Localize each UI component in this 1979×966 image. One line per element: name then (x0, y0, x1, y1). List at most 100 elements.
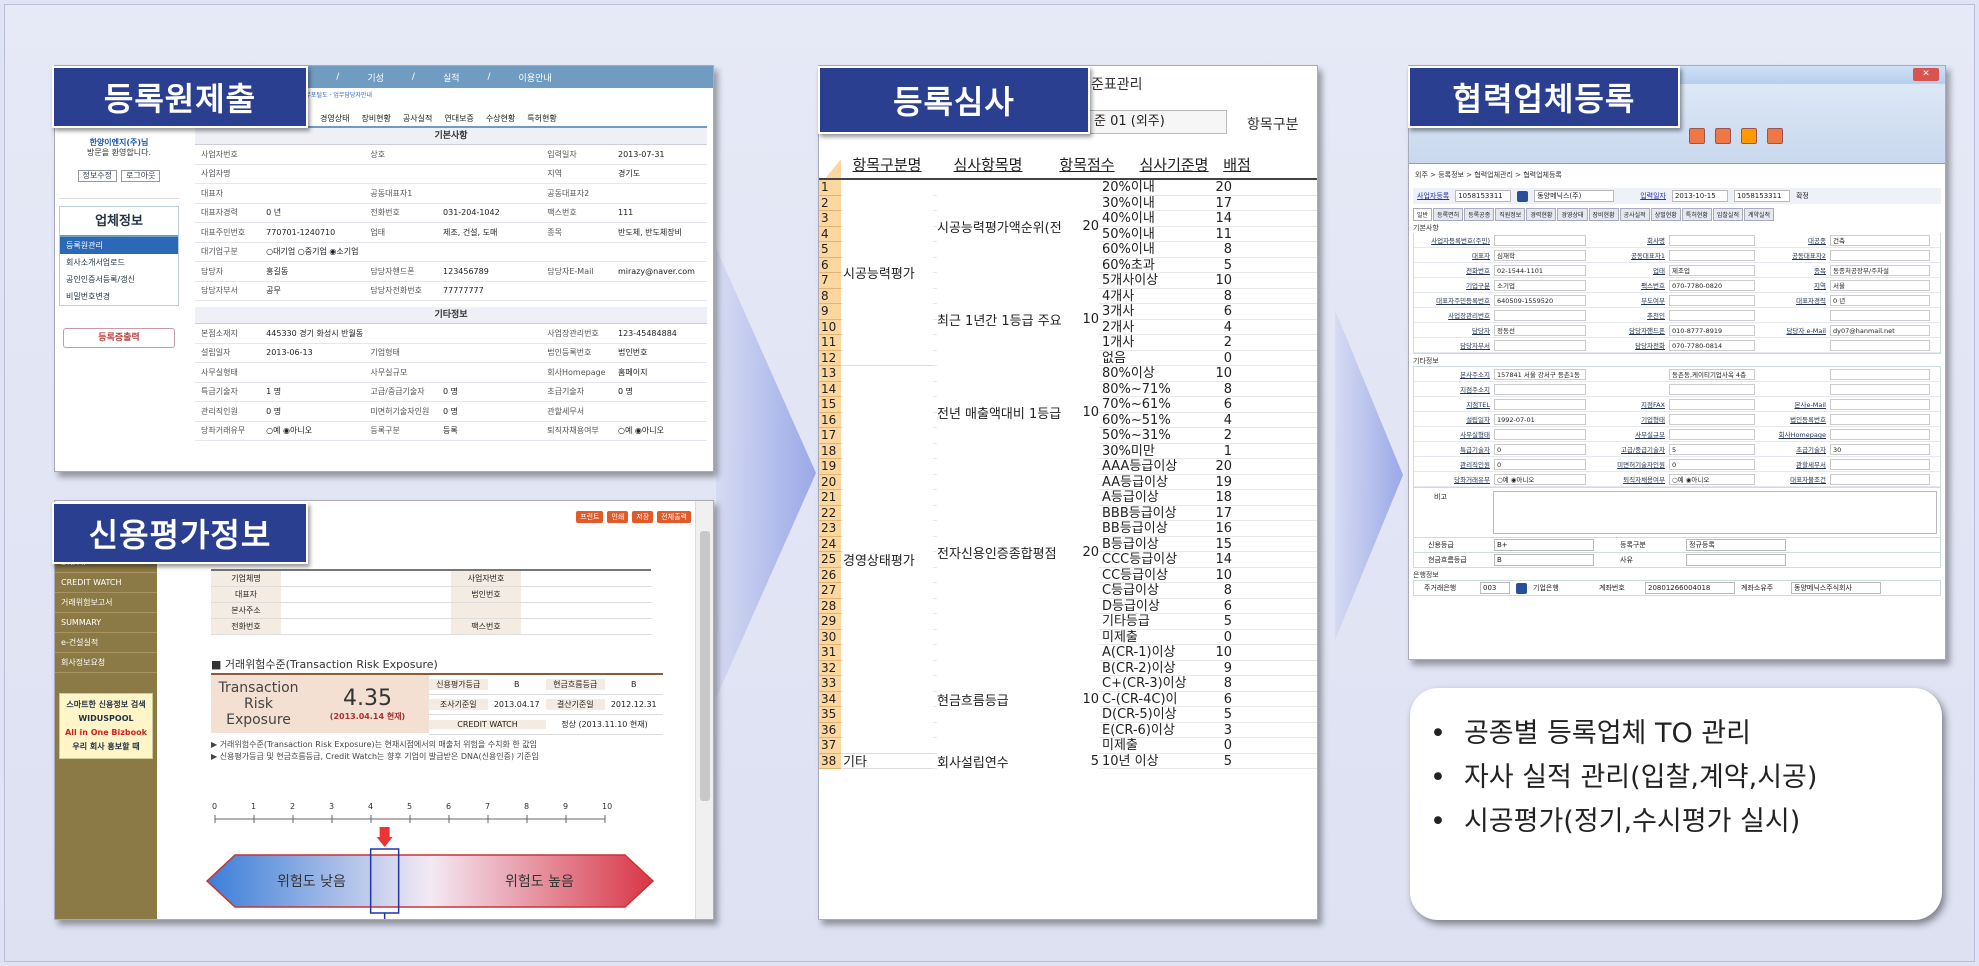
search-icon[interactable] (1517, 190, 1529, 202)
field-value[interactable]: ○예 ◉아니오 (262, 425, 364, 436)
partner-field-value[interactable]: 070-7780-0820 (1669, 279, 1755, 291)
field-value[interactable]: 111 (614, 208, 707, 217)
reg-tab[interactable]: 연대보증 (444, 113, 473, 124)
field-value[interactable]: 2013-07-31 (614, 150, 707, 159)
credit-side-ad[interactable]: 우리 회사 홍보할 때 (64, 740, 148, 754)
field-value[interactable]: 반도체, 반도체장비 (614, 227, 707, 238)
field-value[interactable]: 홍길동 (262, 266, 364, 277)
field-value[interactable]: 공무 (262, 285, 364, 296)
partner-field-value[interactable] (1494, 234, 1586, 246)
field-value[interactable]: 제조, 건설, 도매 (439, 227, 541, 238)
field-value[interactable]: 1 명 (262, 386, 364, 397)
logout-button[interactable]: 로그아웃 (121, 170, 161, 182)
field-value[interactable]: 0 명 (439, 406, 541, 417)
toolbar-icon-3[interactable] (1741, 128, 1757, 144)
credit-top-button[interactable]: 프린트 (576, 511, 604, 523)
credit-side-item[interactable]: e-건설실적 (55, 633, 157, 653)
partner-field-value[interactable]: 0 (1669, 458, 1755, 470)
field-value[interactable]: 123456789 (439, 267, 541, 276)
field-value[interactable]: ○예 ◉아니오 (614, 425, 707, 436)
partner-field-value[interactable]: 1992-07-01 (1494, 413, 1586, 425)
partner-field-value[interactable] (1830, 309, 1930, 321)
field-value[interactable]: 031-204-1042 (439, 208, 541, 217)
credit-side-item[interactable]: 거래위험보고서 (55, 593, 157, 613)
partner-field-value[interactable] (1494, 309, 1586, 321)
field-value[interactable]: 0 명 (439, 386, 541, 397)
partner-field-value[interactable] (1669, 294, 1755, 306)
partner-field-value[interactable]: 건축 (1830, 234, 1930, 246)
partner-field-value[interactable] (1494, 398, 1586, 410)
reg-tab[interactable]: 공사실적 (403, 113, 432, 124)
credit-side-item[interactable]: 회사정보요청 (55, 653, 157, 673)
partner-field-value[interactable]: dy07@hanmail.net (1830, 324, 1930, 336)
partner-field-value[interactable] (1494, 428, 1586, 440)
credit-side-item[interactable]: CREDIT WATCH (55, 573, 157, 593)
partner-field-value[interactable]: 동종처공장부/주차설 (1830, 264, 1930, 276)
credit-side-item[interactable]: SUMMARY (55, 613, 157, 633)
reg-tab[interactable]: 특허현황 (527, 113, 556, 124)
side-menu-item[interactable]: 비밀번호변경 (60, 288, 178, 305)
side-menu-item[interactable]: 회사소개서업로드 (60, 254, 178, 271)
credit-top-button[interactable]: 인쇄 (607, 511, 629, 523)
partner-field-value[interactable] (1830, 249, 1930, 261)
reg-date-input[interactable]: 2013-10-15 (1671, 190, 1728, 202)
field-value[interactable]: 2013-06-13 (262, 348, 364, 357)
credit-input[interactable]: B+ (1494, 539, 1594, 551)
partner-field-value[interactable] (1830, 473, 1930, 485)
partner-field-value[interactable]: ○예 ◉아니오 (1669, 473, 1755, 485)
field-value[interactable]: 법인번호 (614, 347, 707, 358)
field-value[interactable]: 0 명 (614, 386, 707, 397)
partner-tab[interactable]: 공사실적 (1619, 208, 1650, 221)
partner-field-value[interactable]: 제조업 (1669, 264, 1755, 276)
partner-field-value[interactable] (1830, 398, 1930, 410)
reg-tab[interactable]: 장비현황 (361, 113, 390, 124)
memo-textarea[interactable] (1493, 491, 1937, 534)
partner-tab[interactable]: 등록공종 (1464, 208, 1495, 221)
partner-field-value[interactable] (1669, 413, 1755, 425)
partner-field-value[interactable]: 서울 (1830, 279, 1930, 291)
reg-no-input[interactable]: 1058153311 (1733, 190, 1790, 202)
field-value[interactable]: 경기도 (614, 168, 707, 179)
partner-field-value[interactable] (1669, 234, 1755, 246)
field-value[interactable]: 770701-1240710 (262, 228, 364, 237)
bank-search-icon[interactable] (1516, 582, 1527, 594)
print-certificate-button[interactable]: 등록증출력 (63, 328, 175, 348)
credit-side-ad[interactable]: All in One Bizbook (64, 726, 148, 740)
partner-field-value[interactable] (1494, 383, 1586, 395)
company-input[interactable]: 동양메닉스(주) (1534, 190, 1615, 202)
partner-field-value[interactable] (1669, 249, 1755, 261)
partner-field-value[interactable] (1669, 398, 1755, 410)
partner-field-value[interactable] (1830, 339, 1930, 351)
acct-input[interactable]: 20801266004018 (1645, 582, 1735, 594)
partner-field-value[interactable] (1830, 458, 1930, 470)
field-value[interactable]: 123-45484884 (614, 329, 707, 338)
partner-tab[interactable]: 경영상태 (1557, 208, 1588, 221)
nav-item[interactable]: 실적 (443, 71, 460, 84)
edit-info-button[interactable]: 정보수정 (77, 170, 117, 182)
field-value[interactable]: 0 년 (262, 207, 364, 218)
partner-field-value[interactable]: 동촌동,케이티기업사옥 4층 (1669, 368, 1755, 380)
partner-tab[interactable]: 등록면허 (1433, 208, 1464, 221)
nav-item[interactable]: 기성 (367, 71, 384, 84)
holder-input[interactable]: 동양메닉스주식회사 (1791, 582, 1881, 594)
partner-field-value[interactable]: 010-8777-8919 (1669, 324, 1755, 336)
field-value[interactable]: mirazy@naver.com (614, 267, 707, 276)
partner-field-value[interactable]: 157841 서울 강서구 등촌1동 (1494, 368, 1586, 380)
bank-code-input[interactable]: 003 (1480, 582, 1510, 594)
partner-field-value[interactable] (1669, 428, 1755, 440)
partner-tab[interactable]: 일반 (1413, 208, 1433, 221)
partner-tab[interactable]: 직원정보 (1495, 208, 1526, 221)
partner-field-value[interactable] (1494, 339, 1586, 351)
field-value[interactable]: 77777777 (439, 286, 541, 295)
field-value[interactable]: 등록 (439, 425, 541, 436)
partner-field-value[interactable] (1830, 428, 1930, 440)
biz-no-input[interactable]: 1058153311 (1455, 190, 1512, 202)
field-value[interactable]: 0 명 (262, 406, 364, 417)
partner-tab[interactable]: 상벌현황 (1650, 208, 1681, 221)
partner-field-value[interactable]: 소기업 (1494, 279, 1586, 291)
side-menu-item[interactable]: 공인인증서등록/갱신 (60, 271, 178, 288)
partner-field-value[interactable]: 정동선 (1494, 324, 1586, 336)
field-value[interactable]: 홈페이지 (614, 367, 707, 378)
credit-side-ad[interactable]: 스마트한 신용정보 검색 (64, 698, 148, 712)
side-menu-item[interactable]: 등록원관리 (60, 237, 178, 254)
